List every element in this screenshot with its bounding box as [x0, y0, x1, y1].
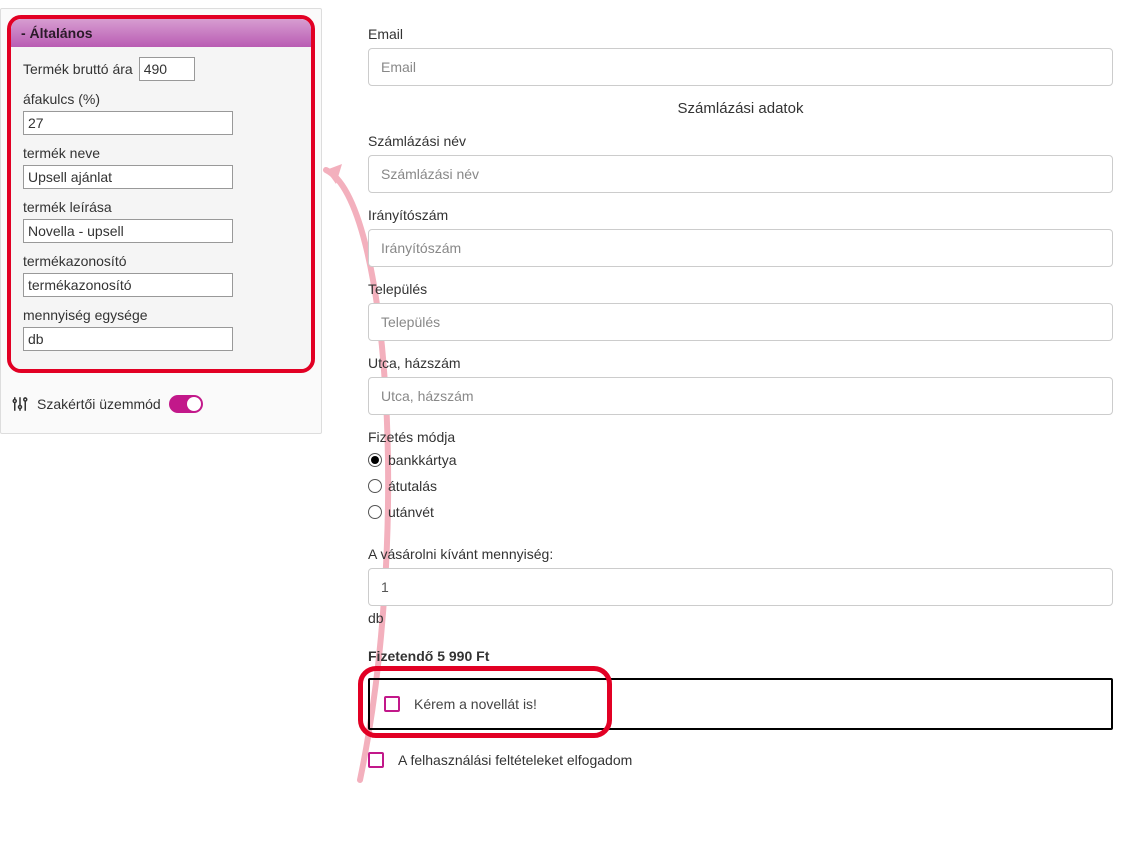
zip-label: Irányítószám [368, 207, 1113, 223]
billing-section-title: Számlázási adatok [368, 100, 1113, 117]
city-input[interactable] [368, 303, 1113, 341]
radio-icon [368, 505, 382, 519]
general-panel-body: Termék bruttó ára áfakulcs (%) termék ne… [11, 47, 311, 369]
street-input[interactable] [368, 377, 1113, 415]
billing-name-label: Számlázási név [368, 133, 1113, 149]
sliders-icon [11, 395, 29, 413]
expert-mode-row: Szakértői üzemmód [1, 381, 321, 433]
city-label: Település [368, 281, 1113, 297]
general-panel: - Általános Termék bruttó ára áfakulcs (… [7, 15, 315, 373]
gross-price-label: Termék bruttó ára [23, 61, 133, 77]
radio-icon [368, 453, 382, 467]
expert-mode-toggle[interactable] [169, 395, 203, 413]
quantity-label: A vásárolni kívánt mennyiség: [368, 546, 1113, 562]
payment-option-card-label: bankkártya [388, 452, 456, 468]
street-label: Utca, házszám [368, 355, 1113, 371]
payment-option-cod[interactable]: utánvét [368, 504, 1113, 520]
payment-option-cod-label: utánvét [388, 504, 434, 520]
product-id-input[interactable] [23, 273, 233, 297]
qty-unit-input[interactable] [23, 327, 233, 351]
product-desc-input[interactable] [23, 219, 233, 243]
payment-method-group: Fizetés módja bankkártya átutalás utánvé… [368, 429, 1113, 520]
quantity-unit: db [368, 610, 1113, 626]
payment-option-transfer[interactable]: átutalás [368, 478, 1113, 494]
vat-input[interactable] [23, 111, 233, 135]
billing-name-input[interactable] [368, 155, 1113, 193]
terms-row: A felhasználási feltételeket elfogadom [368, 752, 1113, 768]
total-payable: Fizetendő 5 990 Ft [368, 648, 1113, 664]
product-name-label: termék neve [23, 145, 299, 161]
terms-checkbox[interactable] [368, 752, 384, 768]
payment-option-transfer-label: átutalás [388, 478, 437, 494]
upsell-checkbox-label: Kérem a novellát is! [414, 696, 537, 712]
product-name-input[interactable] [23, 165, 233, 189]
email-input[interactable] [368, 48, 1113, 86]
upsell-checkbox[interactable] [384, 696, 400, 712]
quantity-input[interactable] [368, 568, 1113, 606]
email-label: Email [368, 26, 1113, 42]
general-panel-header[interactable]: - Általános [11, 19, 311, 47]
zip-input[interactable] [368, 229, 1113, 267]
radio-icon [368, 479, 382, 493]
product-id-label: termékazonosító [23, 253, 299, 269]
expert-mode-label: Szakértői üzemmód [37, 396, 161, 412]
gross-price-input[interactable] [139, 57, 195, 81]
upsell-option-row: Kérem a novellát is! [368, 678, 1113, 730]
payment-method-label: Fizetés módja [368, 429, 1113, 445]
order-form: Email Számlázási adatok Számlázási név I… [368, 0, 1113, 778]
general-panel-title: - Általános [21, 25, 93, 41]
payment-option-card[interactable]: bankkártya [368, 452, 1113, 468]
settings-sidebar: - Általános Termék bruttó ára áfakulcs (… [0, 8, 322, 434]
terms-label: A felhasználási feltételeket elfogadom [398, 752, 632, 768]
vat-label: áfakulcs (%) [23, 91, 299, 107]
qty-unit-label: mennyiség egysége [23, 307, 299, 323]
product-desc-label: termék leírása [23, 199, 299, 215]
